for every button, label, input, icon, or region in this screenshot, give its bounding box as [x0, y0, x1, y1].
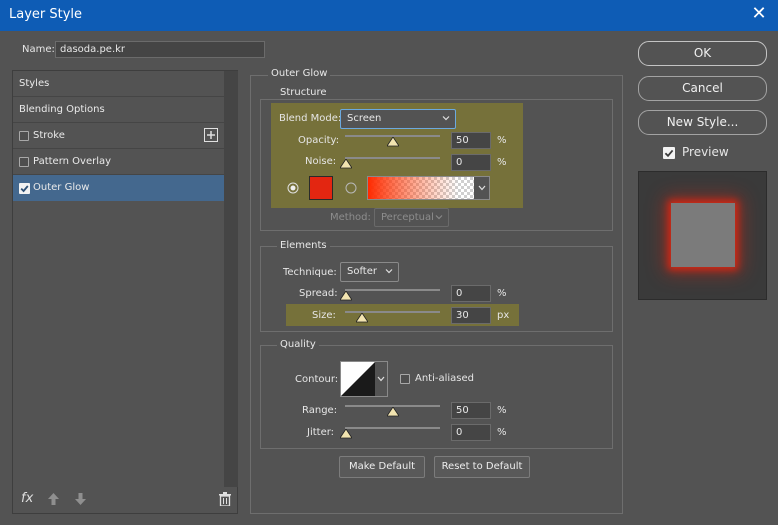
blend-mode-label: Blend Mode: — [279, 113, 342, 124]
make-default-button[interactable]: Make Default — [339, 456, 425, 478]
jitter-slider-track[interactable] — [345, 427, 440, 429]
technique-label: Technique: — [283, 267, 337, 278]
opacity-slider-thumb[interactable] — [387, 137, 399, 147]
chevron-down-icon — [442, 116, 450, 121]
jitter-input[interactable]: 0 — [451, 424, 491, 441]
gradient-picker[interactable] — [367, 176, 490, 200]
sidebar-item-label: Outer Glow — [33, 182, 90, 193]
sidebar-item-label: Styles — [19, 78, 50, 89]
jitter-label: Jitter: — [307, 427, 335, 438]
panel-title: Outer Glow — [268, 68, 331, 79]
technique-value: Softer — [347, 266, 377, 277]
jitter-slider-thumb[interactable] — [340, 429, 352, 439]
close-icon[interactable]: ✕ — [749, 4, 769, 24]
stroke-checkbox[interactable] — [19, 131, 29, 141]
range-unit: % — [497, 405, 507, 416]
range-label: Range: — [302, 405, 338, 416]
sidebar-item-outer-glow[interactable]: Outer Glow — [13, 175, 224, 201]
noise-label: Noise: — [305, 156, 337, 167]
opacity-label: Opacity: — [298, 135, 340, 146]
cancel-button[interactable]: Cancel — [638, 76, 767, 101]
chevron-down-icon — [478, 185, 486, 191]
contour-linear-icon — [341, 362, 375, 396]
preview-area — [638, 171, 767, 300]
sidebar-item-label: Blending Options — [19, 104, 105, 115]
sidebar-item-styles[interactable]: Styles — [13, 71, 224, 97]
window-title: Layer Style — [9, 7, 83, 22]
new-style-button[interactable]: New Style... — [638, 110, 767, 135]
preview-swatch — [671, 203, 735, 267]
contour-picker[interactable] — [340, 361, 388, 397]
name-input[interactable]: dasoda.pe.kr — [55, 41, 265, 58]
color-radio[interactable] — [287, 182, 299, 194]
method-select[interactable]: Perceptual — [374, 208, 449, 227]
sidebar-item-stroke[interactable]: Stroke — [13, 123, 224, 149]
spread-slider-thumb[interactable] — [340, 291, 352, 301]
outer-glow-checkbox[interactable] — [19, 183, 30, 194]
reset-to-default-button[interactable]: Reset to Default — [434, 456, 530, 478]
move-down-icon[interactable] — [75, 493, 86, 505]
jitter-unit: % — [497, 427, 507, 438]
add-icon[interactable] — [204, 128, 218, 142]
styles-list: Styles Blending Options Stroke Pattern O… — [12, 70, 238, 514]
chevron-down-icon — [377, 376, 385, 382]
spread-input[interactable]: 0 — [451, 285, 491, 302]
blend-mode-select[interactable]: Screen — [340, 109, 456, 129]
name-label: Name: — [22, 44, 55, 55]
opacity-input[interactable]: 50 — [451, 132, 491, 149]
range-slider-thumb[interactable] — [387, 407, 399, 417]
noise-unit: % — [497, 157, 507, 168]
noise-input[interactable]: 0 — [451, 154, 491, 171]
quality-title: Quality — [277, 339, 319, 350]
move-up-icon[interactable] — [48, 493, 59, 505]
spread-slider-track[interactable] — [345, 289, 440, 291]
chevron-down-icon — [385, 269, 393, 274]
technique-select[interactable]: Softer — [340, 262, 399, 282]
size-unit: px — [497, 310, 510, 321]
sidebar-item-label: Pattern Overlay — [33, 156, 112, 167]
anti-aliased-label: Anti-aliased — [415, 373, 475, 384]
pattern-overlay-checkbox[interactable] — [19, 157, 29, 167]
contour-label: Contour: — [295, 374, 339, 385]
method-label: Method: — [330, 212, 371, 223]
list-scrollbar[interactable] — [224, 71, 238, 487]
glow-color-swatch[interactable] — [309, 176, 333, 200]
range-input[interactable]: 50 — [451, 402, 491, 419]
sidebar-item-pattern-overlay[interactable]: Pattern Overlay — [13, 149, 224, 175]
spread-unit: % — [497, 288, 507, 299]
size-label: Size: — [312, 310, 336, 321]
fx-icon[interactable]: fx — [21, 491, 33, 506]
preview-checkbox[interactable] — [663, 147, 675, 159]
opacity-unit: % — [497, 135, 507, 146]
chevron-down-icon — [435, 215, 443, 220]
size-input[interactable]: 30 — [451, 307, 491, 324]
noise-slider-track[interactable] — [345, 157, 440, 159]
method-value: Perceptual — [381, 212, 434, 223]
sidebar-item-label: Stroke — [33, 130, 65, 141]
spread-label: Spread: — [299, 288, 338, 299]
noise-slider-thumb[interactable] — [340, 159, 352, 169]
ok-button[interactable]: OK — [638, 41, 767, 66]
blend-mode-value: Screen — [347, 113, 382, 124]
gradient-preview — [368, 177, 489, 199]
anti-aliased-checkbox[interactable] — [400, 374, 410, 384]
size-slider-thumb[interactable] — [356, 313, 368, 323]
sidebar-item-blending-options[interactable]: Blending Options — [13, 97, 224, 123]
elements-title: Elements — [277, 240, 330, 251]
gradient-radio[interactable] — [345, 182, 357, 194]
structure-title: Structure — [277, 87, 330, 98]
preview-label: Preview — [682, 145, 729, 159]
trash-icon[interactable] — [219, 492, 231, 506]
title-bar — [0, 0, 778, 31]
